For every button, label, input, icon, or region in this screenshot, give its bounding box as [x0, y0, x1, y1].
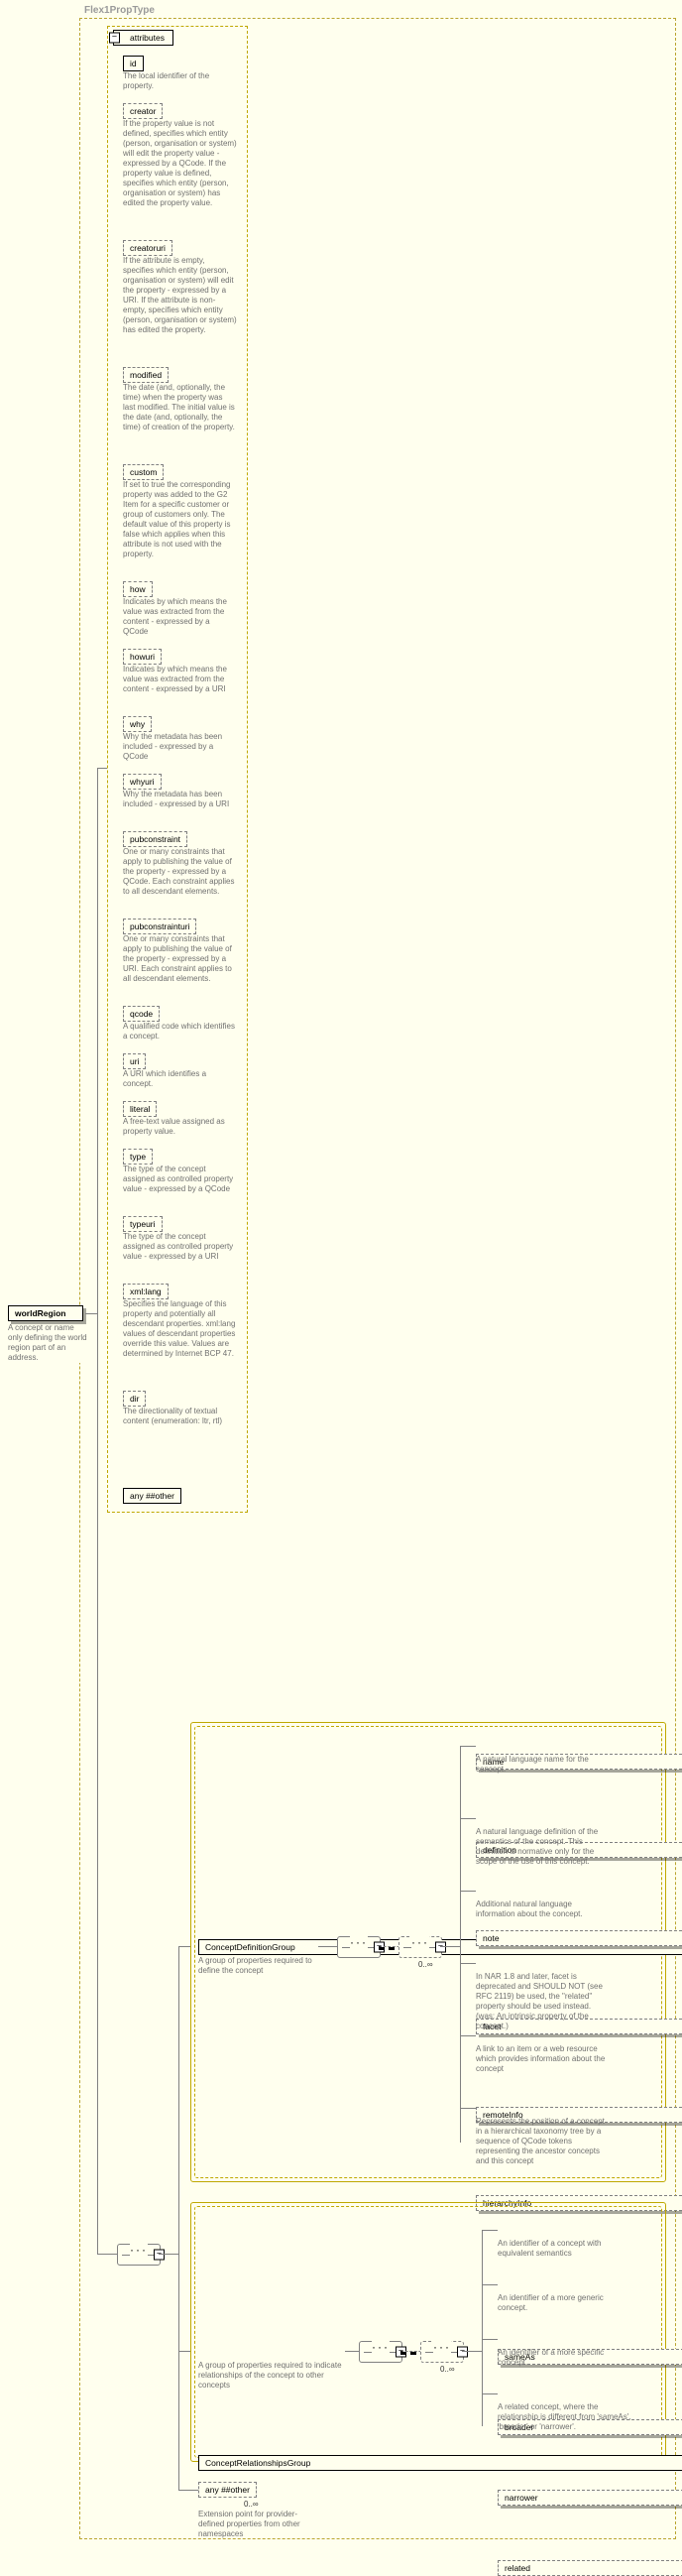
bottom-any-card: 0..∞ — [244, 2500, 259, 2509]
attr-any-other: any ##other — [123, 1488, 181, 1504]
attr-desc-1: If the property value is not defined, sp… — [123, 119, 237, 208]
sequence-main: − — [117, 2244, 161, 2266]
attr-typeuri: typeuri — [123, 1216, 163, 1232]
child-desc-related: A related concept, where the relationshi… — [498, 2402, 631, 2432]
attr-pubconstrainturi: pubconstrainturi — [123, 919, 196, 934]
child-desc-facet: In NAR 1.8 and later, facet is deprecate… — [476, 1972, 610, 2031]
attr-desc-0: The local identifier of the property. — [123, 71, 237, 91]
attr-desc-9: One or many constraints that apply to pu… — [123, 847, 237, 897]
concept-def-seq: − — [337, 1936, 381, 1958]
attr-creator: creator — [123, 103, 163, 119]
child-hierarchyInfo: hierarchyInfo+ — [476, 2195, 682, 2211]
attr-desc-14: The type of the concept assigned as cont… — [123, 1165, 237, 1194]
attr-desc-4: If set to true the corresponding propert… — [123, 480, 237, 559]
child-desc-name: A natural language name for the concept. — [476, 1755, 610, 1775]
attr-modified: modified — [123, 367, 169, 383]
attr-desc-8: Why the metadata has been included - exp… — [123, 790, 237, 809]
child-desc-broader: An identifier of a more generic concept. — [498, 2293, 631, 2313]
child-note: note+ — [476, 1930, 682, 1946]
attr-whyuri: whyuri — [123, 774, 162, 790]
attributes-label: attributes — [130, 33, 165, 43]
child-desc-definition: A natural language definition of the sem… — [476, 1827, 610, 1867]
attr-desc-15: The type of the concept assigned as cont… — [123, 1232, 237, 1262]
concept-rel-seq: − — [359, 2341, 402, 2363]
attr-xml-lang: xml:lang — [123, 1284, 169, 1299]
attr-desc-17: The directionality of textual content (e… — [123, 1407, 237, 1426]
concept-rel-group-desc: A group of properties required to indica… — [198, 2361, 347, 2391]
bottom-any-other: any ##other — [198, 2482, 257, 2498]
concept-rel-seq2: − — [420, 2341, 464, 2363]
root-element: worldRegion A concept or name only defin… — [8, 1305, 83, 1363]
attr-pubconstraint: pubconstraint — [123, 831, 187, 847]
child-desc-hierarchyInfo: Represents the position of a concept in … — [476, 2117, 610, 2166]
attr-desc-16: Specifies the language of this property … — [123, 1299, 237, 1359]
attr-desc-13: A free-text value assigned as property v… — [123, 1117, 237, 1137]
concept-def-group-desc: A group of properties required to define… — [198, 1956, 327, 1976]
attr-desc-6: Indicates by which means the value was e… — [123, 665, 237, 694]
concept-def-card: 0..∞ — [418, 1960, 433, 1969]
root-label: worldRegion — [8, 1305, 83, 1321]
attr-uri: uri — [123, 1053, 146, 1069]
attr-id: id — [123, 56, 144, 71]
attr-literal: literal — [123, 1101, 157, 1117]
concept-rel-seq2-toggle[interactable]: − — [457, 2347, 468, 2358]
child-narrower: narrower+ — [498, 2490, 682, 2506]
concept-def-group-label: ConceptDefinitionGroup — [205, 1942, 295, 1952]
attributes-collapse[interactable]: − — [109, 33, 120, 44]
attr-how: how — [123, 581, 153, 597]
attr-why: why — [123, 716, 152, 732]
concept-def-seq2-toggle[interactable]: − — [435, 1942, 446, 1953]
attr-type: type — [123, 1149, 153, 1165]
attr-desc-5: Indicates by which means the value was e… — [123, 597, 237, 637]
child-desc-narrower: An identifier of a more specific concept… — [498, 2348, 631, 2368]
attr-howuri: howuri — [123, 649, 162, 665]
attr-desc-2: If the attribute is empty, specifies whi… — [123, 256, 237, 335]
concept-rel-group-label: ConceptRelationshipsGroup — [205, 2458, 310, 2468]
attr-desc-10: One or many constraints that apply to pu… — [123, 934, 237, 984]
attr-custom: custom — [123, 464, 164, 480]
concept-rel-card: 0..∞ — [440, 2365, 455, 2374]
attr-desc-7: Why the metadata has been included - exp… — [123, 732, 237, 762]
attr-creatoruri: creatoruri — [123, 240, 172, 256]
root-desc: A concept or name only defining the worl… — [8, 1323, 87, 1363]
attr-desc-12: A URI which identifies a concept. — [123, 1069, 237, 1089]
concept-rel-group: ConceptRelationshipsGroup − — [198, 2455, 682, 2471]
child-desc-remoteInfo: A link to an item or a web resource whic… — [476, 2044, 610, 2074]
child-desc-note: Additional natural language information … — [476, 1900, 610, 1919]
child-desc-sameAs: An identifier of a concept with equivale… — [498, 2239, 631, 2259]
attr-desc-3: The date (and, optionally, the time) whe… — [123, 383, 237, 432]
attr-qcode: qcode — [123, 1006, 160, 1022]
child-related: related+ — [498, 2560, 682, 2576]
attr-dir: dir — [123, 1391, 146, 1407]
type-title: Flex1PropType — [84, 5, 155, 16]
attr-desc-11: A qualified code which identifies a conc… — [123, 1022, 237, 1042]
bottom-any-desc: Extension point for provider-defined pro… — [198, 2510, 317, 2539]
concept-def-seq2: − — [398, 1936, 442, 1958]
sequence-main-toggle[interactable]: − — [154, 2250, 165, 2261]
attributes-header: − attributes — [113, 30, 173, 46]
